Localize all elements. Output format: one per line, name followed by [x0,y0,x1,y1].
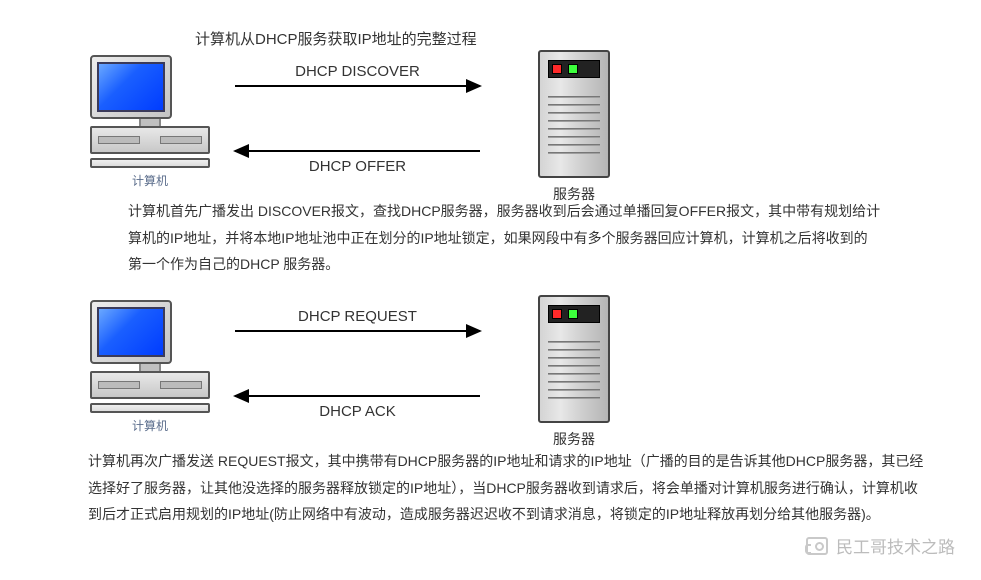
wechat-icon [806,537,828,555]
arrow-label: DHCP REQUEST [235,308,480,325]
arrow-request: DHCP REQUEST [235,330,480,332]
explanation-paragraph-2: 计算机再次广播发送 REQUEST报文，其中携带有DHCP服务器的IP地址和请求… [88,448,927,528]
computer-label: 计算机 [90,417,210,434]
server-label: 服务器 [538,429,610,449]
watermark: 民工哥技术之路 [806,533,955,558]
computer-icon: 计算机 [90,55,210,189]
server-icon: 服务器 [538,50,610,204]
arrow-ack: DHCP ACK [235,395,480,397]
computer-icon: 计算机 [90,300,210,434]
server-icon: 服务器 [538,295,610,449]
arrow-label: DHCP DISCOVER [235,63,480,80]
explanation-paragraph-1: 计算机首先广播发出 DISCOVER报文，查找DHCP服务器，服务器收到后会通过… [128,198,881,278]
arrow-discover: DHCP DISCOVER [235,85,480,87]
diagram-request-ack: 计算机 DHCP REQUEST DHCP ACK 服务器 [90,300,610,435]
watermark-text: 民工哥技术之路 [836,533,955,558]
diagram-discover-offer: 计算机 DHCP DISCOVER DHCP OFFER 服务器 [90,55,610,190]
arrow-label: DHCP OFFER [235,158,480,175]
page-title: 计算机从DHCP服务获取IP地址的完整过程 [195,28,477,49]
arrow-label: DHCP ACK [235,403,480,420]
arrow-offer: DHCP OFFER [235,150,480,152]
computer-label: 计算机 [90,172,210,189]
